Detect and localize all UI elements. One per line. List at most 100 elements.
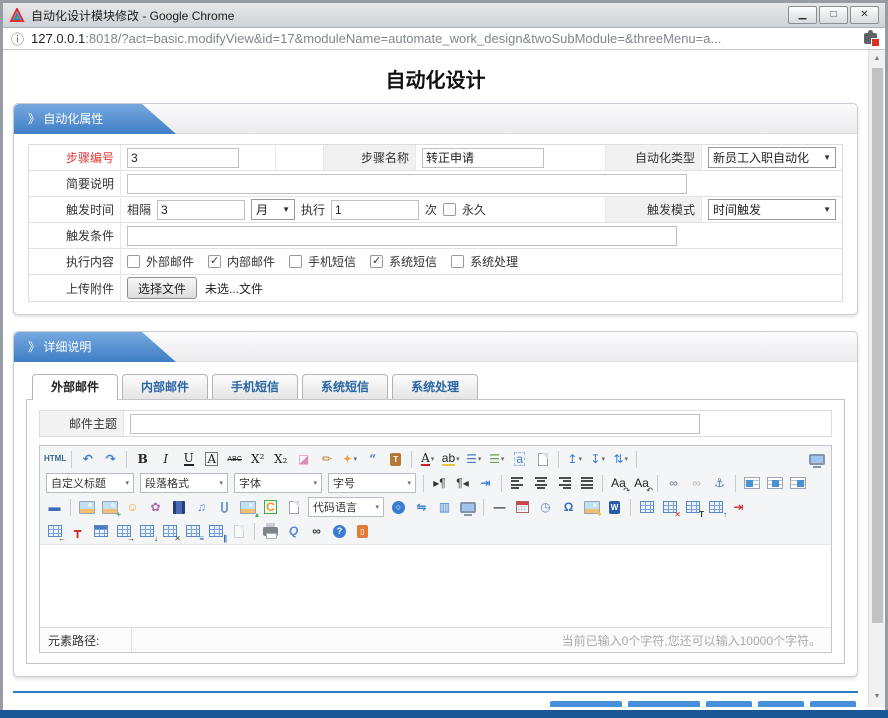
divider-style-icon[interactable]: ▬ <box>44 497 65 518</box>
code-language-select[interactable]: 代码语言▾ <box>308 497 384 517</box>
video-icon[interactable] <box>168 497 189 518</box>
time-icon[interactable]: ◷ <box>535 497 556 518</box>
special-char-icon[interactable]: Ω <box>558 497 579 518</box>
tab-1[interactable]: 外部邮件 <box>32 374 118 400</box>
insert-image-icon[interactable] <box>76 497 97 518</box>
indent-icon[interactable]: ⇥ <box>475 473 496 494</box>
music-icon[interactable]: ♫ <box>191 497 212 518</box>
subject-input[interactable] <box>130 414 700 434</box>
address-bar[interactable]: ⓘ 127.0.0.1:8018/?act=basic.modifyView&i… <box>3 28 885 50</box>
site-info-icon[interactable]: ⓘ <box>11 29 24 48</box>
print-button[interactable]: 打印 <box>706 701 752 707</box>
align-justify-icon[interactable] <box>576 473 597 494</box>
superscript-icon[interactable]: X² <box>247 449 268 470</box>
exec-option[interactable]: 系统处理 <box>451 253 518 270</box>
row-insert-above-icon[interactable]: ↑ <box>705 497 726 518</box>
embed-page-icon[interactable] <box>283 497 304 518</box>
checkbox-icon[interactable] <box>289 255 302 268</box>
paste-icon[interactable]: ▯ <box>352 521 373 542</box>
exec-count-input[interactable] <box>331 200 419 220</box>
col-insert-right-icon[interactable]: → <box>113 521 134 542</box>
inline-style-icon[interactable]: a <box>509 449 530 470</box>
row-delete-icon[interactable]: ✕ <box>159 521 180 542</box>
interval-input[interactable] <box>157 200 245 220</box>
brief-input[interactable] <box>127 174 687 194</box>
attachment-icon[interactable] <box>214 497 235 518</box>
to-lowercase-icon[interactable]: Aa↶ <box>631 473 652 494</box>
album-icon[interactable]: + <box>99 497 120 518</box>
tab-3[interactable]: 手机短信 <box>212 374 298 399</box>
ordered-list-icon[interactable]: ☰▾ <box>463 449 484 470</box>
paste-as-text-icon[interactable]: T <box>385 449 406 470</box>
close-button-window[interactable]: ✕ <box>850 6 879 24</box>
maximize-button[interactable]: □ <box>819 6 848 24</box>
step-name-input[interactable] <box>422 148 544 168</box>
checkbox-icon[interactable] <box>370 255 383 268</box>
horizontal-rule-icon[interactable]: — <box>489 497 510 518</box>
interval-unit-select[interactable]: 月 <box>251 199 295 220</box>
table-col-prop-icon[interactable]: ∥ <box>205 521 226 542</box>
calendar-icon[interactable] <box>512 497 533 518</box>
template-icon[interactable] <box>228 521 249 542</box>
col-insert-left-icon[interactable]: ← <box>44 521 65 542</box>
exec-option[interactable]: 内部邮件 <box>208 253 275 270</box>
table-row-prop-icon[interactable]: ≡ <box>182 521 203 542</box>
table-icon[interactable] <box>636 497 657 518</box>
checkbox-icon[interactable] <box>208 255 221 268</box>
ltr-paragraph-icon[interactable]: ▸¶ <box>429 473 450 494</box>
quick-format-icon[interactable]: ✦▾ <box>339 449 360 470</box>
page-break-icon[interactable]: ⇋ <box>411 497 432 518</box>
preview-icon[interactable]: Q <box>283 521 304 542</box>
align-left-icon[interactable] <box>507 473 528 494</box>
rtl-paragraph-icon[interactable]: ¶◂ <box>452 473 473 494</box>
scrollbar-thumb[interactable] <box>872 68 883 623</box>
link-icon[interactable]: ∞ <box>663 473 684 494</box>
unlink-icon[interactable]: ∞ <box>686 473 707 494</box>
forever-checkbox[interactable] <box>443 203 456 216</box>
screenshot-icon[interactable] <box>457 497 478 518</box>
row-insert-below-icon[interactable]: ↓ <box>136 521 157 542</box>
print-icon[interactable] <box>260 521 281 542</box>
find-replace-icon[interactable]: ∞ <box>306 521 327 542</box>
checkbox-icon[interactable] <box>451 255 464 268</box>
print-settings-button[interactable]: 打印设置 <box>550 701 622 707</box>
italic-icon[interactable]: I <box>155 449 176 470</box>
code-snippet-icon[interactable]: C <box>260 497 281 518</box>
font-size-select[interactable]: 字号▾ <box>328 473 416 493</box>
graffiti-icon[interactable]: ✿ <box>145 497 166 518</box>
fullscreen-icon[interactable] <box>806 449 827 470</box>
url-text[interactable]: 127.0.0.1:8018/?act=basic.modifyView&id=… <box>31 31 856 46</box>
heading-select[interactable]: 自定义标题▾ <box>46 473 134 493</box>
image-float-left-icon[interactable] <box>741 473 762 494</box>
tab-4[interactable]: 系统短信 <box>302 374 388 399</box>
merge-cells-icon[interactable]: ⇥ <box>728 497 749 518</box>
baidu-map-icon[interactable]: ✦ <box>581 497 602 518</box>
word-import-icon[interactable]: W <box>604 497 625 518</box>
tab-2[interactable]: 内部邮件 <box>122 374 208 399</box>
scroll-down-icon[interactable]: ▼ <box>869 689 885 704</box>
line-height-icon[interactable]: ⇅▾ <box>610 449 631 470</box>
align-right-icon[interactable] <box>553 473 574 494</box>
print-preview-button[interactable]: 打印预览 <box>628 701 700 707</box>
auto-type-select[interactable]: 新员工入职自动化 <box>708 147 836 168</box>
anchor-icon[interactable]: ⚓ <box>709 473 730 494</box>
bold-icon[interactable]: B <box>132 449 153 470</box>
help-icon[interactable]: ? <box>329 521 350 542</box>
exec-option[interactable]: 外部邮件 <box>127 253 194 270</box>
undo-icon[interactable]: ↶ <box>77 449 98 470</box>
extension-icon[interactable] <box>864 33 877 44</box>
source-code-icon[interactable]: HTML <box>44 449 66 470</box>
columns-icon[interactable]: ▥ <box>434 497 455 518</box>
map-icon[interactable]: ▴ <box>237 497 258 518</box>
vertical-scrollbar[interactable]: ▲ ▼ <box>868 50 885 707</box>
highlight-icon[interactable]: ab▾ <box>440 449 461 470</box>
blockquote-icon[interactable]: “ <box>362 449 383 470</box>
to-uppercase-icon[interactable]: Aa↷ <box>608 473 629 494</box>
tab-5[interactable]: 系统处理 <box>392 374 478 399</box>
paragraph-spacing-top-icon[interactable]: ↥▾ <box>564 449 585 470</box>
editor-body[interactable] <box>40 545 831 627</box>
step-no-input[interactable] <box>127 148 239 168</box>
unordered-list-icon[interactable]: ☰▾ <box>486 449 507 470</box>
save-button[interactable]: 保存 <box>758 701 804 707</box>
table-header-icon[interactable] <box>90 521 111 542</box>
